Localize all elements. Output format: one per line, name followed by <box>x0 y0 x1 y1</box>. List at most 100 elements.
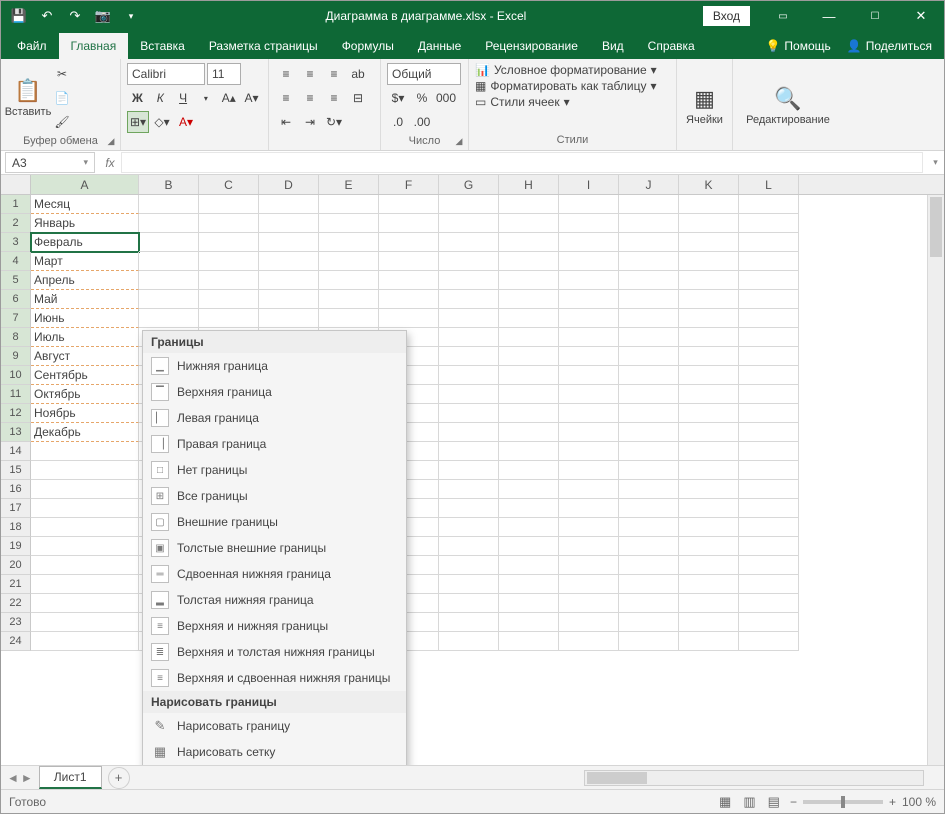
cell[interactable] <box>679 461 739 480</box>
cell[interactable] <box>619 328 679 347</box>
cell[interactable] <box>439 423 499 442</box>
cell[interactable] <box>619 575 679 594</box>
cell[interactable] <box>739 480 799 499</box>
cell[interactable] <box>559 632 619 651</box>
zoom-in-button[interactable]: + <box>889 795 896 809</box>
cell[interactable] <box>679 556 739 575</box>
undo-icon[interactable]: ↶ <box>37 6 57 26</box>
cell[interactable] <box>259 195 319 214</box>
cell[interactable] <box>739 423 799 442</box>
col-header-E[interactable]: E <box>319 175 379 194</box>
cell[interactable] <box>679 328 739 347</box>
cell[interactable] <box>679 537 739 556</box>
bold-button[interactable]: Ж <box>127 87 148 109</box>
name-box[interactable]: A3▾ <box>5 152 95 173</box>
cell[interactable] <box>379 214 439 233</box>
cell[interactable] <box>499 575 559 594</box>
cell[interactable] <box>199 252 259 271</box>
cell[interactable] <box>619 613 679 632</box>
cell[interactable] <box>499 233 559 252</box>
dd-draw-item[interactable]: ✎Нарисовать границу <box>143 713 406 739</box>
cell[interactable] <box>31 442 139 461</box>
cell[interactable] <box>499 309 559 328</box>
view-pagelayout-icon[interactable]: ▥ <box>743 794 755 810</box>
cell[interactable] <box>559 328 619 347</box>
cell[interactable] <box>679 347 739 366</box>
cell[interactable] <box>559 594 619 613</box>
zoom-out-button[interactable]: − <box>790 795 797 809</box>
col-header-A[interactable]: A <box>31 175 139 194</box>
cell[interactable] <box>739 404 799 423</box>
cell[interactable] <box>439 556 499 575</box>
cell[interactable] <box>619 214 679 233</box>
sheet-prev-icon[interactable]: ◄ <box>7 771 19 785</box>
cell[interactable] <box>259 309 319 328</box>
cell[interactable] <box>199 309 259 328</box>
cell[interactable] <box>559 309 619 328</box>
cell[interactable] <box>439 404 499 423</box>
tellme-button[interactable]: 💡Помощь <box>757 33 838 59</box>
row-header[interactable]: 11 <box>1 385 31 404</box>
cell[interactable] <box>559 271 619 290</box>
cell[interactable] <box>559 575 619 594</box>
cell[interactable] <box>679 252 739 271</box>
col-header-J[interactable]: J <box>619 175 679 194</box>
row-header[interactable]: 23 <box>1 613 31 632</box>
indent-dec-icon[interactable]: ⇤ <box>275 111 297 133</box>
dd-border-item[interactable]: ═Сдвоенная нижняя граница <box>143 561 406 587</box>
comma-icon[interactable]: 000 <box>435 87 457 109</box>
cell[interactable] <box>31 594 139 613</box>
tab-pagelayout[interactable]: Разметка страницы <box>197 33 330 59</box>
cell[interactable] <box>619 594 679 613</box>
cell[interactable] <box>739 613 799 632</box>
font-name-combo[interactable]: Calibri <box>127 63 205 85</box>
currency-icon[interactable]: $▾ <box>387 87 409 109</box>
dd-border-item[interactable]: ▔Верхняя граница <box>143 379 406 405</box>
number-launcher-icon[interactable]: ◢ <box>452 134 466 148</box>
align-top-icon[interactable]: ≡ <box>275 63 297 85</box>
cell[interactable] <box>499 385 559 404</box>
cell[interactable] <box>199 195 259 214</box>
cell[interactable] <box>31 632 139 651</box>
cell[interactable] <box>199 214 259 233</box>
cell[interactable] <box>439 252 499 271</box>
cell[interactable] <box>319 214 379 233</box>
view-normal-icon[interactable]: ▦ <box>719 794 731 810</box>
login-button[interactable]: Вход <box>703 6 750 26</box>
cell[interactable] <box>559 537 619 556</box>
cell[interactable] <box>559 385 619 404</box>
cell[interactable]: Июнь <box>31 309 139 328</box>
save-icon[interactable]: 💾 <box>9 6 29 26</box>
cell-styles-button[interactable]: ▭Стили ячеек▾ <box>475 95 670 109</box>
fill-color-icon[interactable]: ◇▾ <box>151 111 173 133</box>
cell[interactable] <box>139 195 199 214</box>
cell[interactable] <box>559 461 619 480</box>
dd-border-item[interactable]: ▢Внешние границы <box>143 509 406 535</box>
cell[interactable] <box>499 632 559 651</box>
cell[interactable] <box>439 594 499 613</box>
cell[interactable] <box>679 423 739 442</box>
cell[interactable] <box>31 575 139 594</box>
cell[interactable] <box>739 366 799 385</box>
cell[interactable] <box>439 442 499 461</box>
cell[interactable] <box>559 480 619 499</box>
cell[interactable] <box>31 461 139 480</box>
cell[interactable] <box>319 290 379 309</box>
cell[interactable] <box>619 385 679 404</box>
row-header[interactable]: 10 <box>1 366 31 385</box>
cell[interactable] <box>439 195 499 214</box>
cell[interactable] <box>499 404 559 423</box>
cell[interactable] <box>499 271 559 290</box>
cell[interactable] <box>31 518 139 537</box>
row-header[interactable]: 13 <box>1 423 31 442</box>
ribbon-options-icon[interactable]: ▭ <box>760 1 806 31</box>
row-header[interactable]: 3 <box>1 233 31 252</box>
cell[interactable] <box>319 252 379 271</box>
cell[interactable] <box>679 442 739 461</box>
wrap-text-icon[interactable]: ab <box>347 63 369 85</box>
cell[interactable] <box>499 518 559 537</box>
cell[interactable] <box>559 290 619 309</box>
cell[interactable] <box>739 537 799 556</box>
col-header-I[interactable]: I <box>559 175 619 194</box>
cell[interactable]: Ноябрь <box>31 404 139 423</box>
